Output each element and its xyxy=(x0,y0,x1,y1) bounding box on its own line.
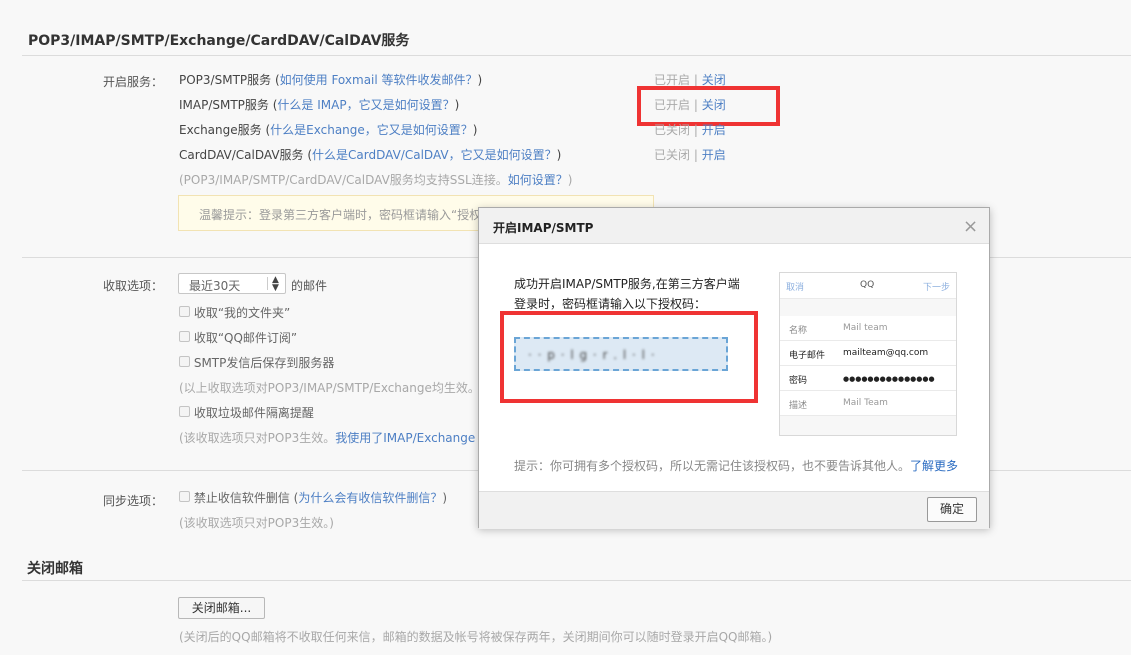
select-suffix: 的邮件 xyxy=(291,279,328,293)
auth-code-box[interactable]: · · p · l g · r . l · l · xyxy=(514,337,728,371)
ssl-note-text: (POP3/IMAP/SMTP/CardDAV/CalDAV服务均支持SSL连接… xyxy=(179,173,508,187)
toggle-service-button[interactable]: 关闭 xyxy=(702,73,726,87)
section-title-services: POP3/IMAP/SMTP/Exchange/CardDAV/CalDAV服务 xyxy=(28,33,410,49)
dialog-hint: 提示：你可拥有多个授权码，所以无需记住该授权码，也不要告诉其他人。了解更多 xyxy=(514,457,958,474)
service-name: POP3/SMTP服务 ( xyxy=(179,73,280,87)
sync-note: (该收取选项只对POP3生效。) xyxy=(179,516,334,530)
row-value: Mail Team xyxy=(843,398,888,408)
updown-arrow-icon: ▲ ▼ xyxy=(272,275,279,293)
imap-exchange-link[interactable]: 我使用了IMAP/Exchange xyxy=(335,431,475,445)
paren: ) xyxy=(477,73,483,87)
ssl-note: (POP3/IMAP/SMTP/CardDAV/CalDAV服务均支持SSL连接… xyxy=(179,171,572,188)
pop3-only-note: (该收取选项只对POP3生效。我使用了IMAP/Exchange xyxy=(179,429,475,446)
service-row-caldav: CardDAV/CalDAV服务 (什么是CardDAV/CalDAV，它又是如… xyxy=(179,146,561,163)
imap-smtp-dialog: 开启IMAP/SMTP × 成功开启IMAP/SMTP服务,在第三方客户端 登录… xyxy=(478,207,990,529)
service-name: IMAP/SMTP服务 ( xyxy=(179,98,278,112)
divider xyxy=(22,55,1131,56)
service-help-link[interactable]: 什么是Exchange，它又是如何设置？ xyxy=(270,123,473,137)
select-value: 最近30天 xyxy=(189,279,241,293)
section-title-close-mailbox: 关闭邮箱 xyxy=(27,561,83,577)
service-help-link[interactable]: 如何使用 Foxmail 等软件收发邮件？ xyxy=(280,73,478,87)
hint-text: 提示：你可拥有多个授权码，所以无需记住该授权码，也不要告诉其他人。 xyxy=(514,459,911,473)
option-label: 收取“我的文件夹” xyxy=(193,306,291,320)
row-value: mailteam@qq.com xyxy=(843,348,929,358)
status-text: 已关闭 xyxy=(654,148,691,162)
option-smtp-save[interactable]: SMTP发信后保存到服务器 xyxy=(179,354,334,371)
status-text: 已关闭 xyxy=(654,123,691,137)
service-status-caldav: 已关闭 | 开启 xyxy=(654,146,726,163)
phone-navbar: 取消 QQ 下一步 xyxy=(780,273,956,299)
paren: ) xyxy=(567,173,573,187)
toggle-service-button[interactable]: 开启 xyxy=(702,123,726,137)
option-label: 收取“QQ邮件订阅” xyxy=(193,331,298,345)
checkbox[interactable] xyxy=(179,331,190,342)
option-qq-subscription[interactable]: 收取“QQ邮件订阅” xyxy=(179,329,297,346)
toggle-service-button[interactable]: 开启 xyxy=(702,148,726,162)
status-text: 已开启 xyxy=(654,73,691,87)
close-icon[interactable]: × xyxy=(963,216,978,237)
warm-tip-text: 温馨提示：登录第三方客户端时，密码框请输入“授权 xyxy=(199,208,482,222)
confirm-button[interactable]: 确定 xyxy=(927,497,977,522)
row-value: ●●●●●●●●●●●●●●● xyxy=(843,375,935,383)
divider xyxy=(22,580,1131,581)
service-name: CardDAV/CalDAV服务 ( xyxy=(179,148,313,162)
option-label: 收取垃圾邮件隔离提醒 xyxy=(193,406,314,420)
row-value: Mail team xyxy=(843,323,888,333)
phone-row-password: 密码 ●●●●●●●●●●●●●●● xyxy=(780,366,956,391)
client-setup-illustration: 取消 QQ 下一步 名称 Mail team 电子邮件 mailteam@qq.… xyxy=(779,272,957,436)
option-my-folders[interactable]: 收取“我的文件夹” xyxy=(179,304,290,321)
open-service-label: 开启服务： xyxy=(103,75,164,89)
close-mailbox-button[interactable]: 关闭邮箱... xyxy=(178,597,265,619)
phone-next-label: 下一步 xyxy=(923,283,951,293)
row-key: 名称 xyxy=(789,326,808,336)
row-key: 密码 xyxy=(789,376,808,386)
checkbox[interactable] xyxy=(179,306,190,317)
option-label: SMTP发信后保存到服务器 xyxy=(193,356,335,370)
row-key: 电子邮件 xyxy=(789,351,826,361)
sync-options-label: 同步选项： xyxy=(103,494,164,508)
why-delete-link[interactable]: 为什么会有收信软件删信？ xyxy=(298,491,442,505)
receive-options-label: 收取选项： xyxy=(103,279,164,293)
ssl-howto-link[interactable]: 如何设置？ xyxy=(508,173,568,187)
phone-row-name: 名称 Mail team xyxy=(780,316,956,341)
select-divider xyxy=(267,277,268,290)
close-mailbox-note: (关闭后的QQ邮箱将不收取任何来信，邮箱的数据及帐号将被保存两年，关闭期间你可以… xyxy=(179,630,773,644)
phone-row-description: 描述 Mail Team xyxy=(780,391,956,416)
phone-cancel-label: 取消 xyxy=(786,283,805,293)
dialog-title: 开启IMAP/SMTP xyxy=(493,221,594,235)
dialog-footer xyxy=(479,491,989,529)
receive-note: (以上收取选项对POP3/IMAP/SMTP/Exchange均生效。 xyxy=(179,381,480,395)
auth-code-text: · · p · l g · r . l · l · xyxy=(528,348,656,362)
paren: ) xyxy=(472,123,478,137)
service-help-link[interactable]: 什么是 IMAP，它又是如何设置？ xyxy=(277,98,454,112)
separator: | xyxy=(693,73,698,87)
service-name: Exchange服务 ( xyxy=(179,123,271,137)
dialog-message-line1: 成功开启IMAP/SMTP服务,在第三方客户端 xyxy=(514,277,740,291)
option-label: 禁止收信软件删信 xyxy=(193,491,290,505)
note-text: (该收取选项只对POP3生效。 xyxy=(179,431,336,445)
highlight-box-imap-status xyxy=(637,86,780,126)
checkbox[interactable] xyxy=(179,406,190,417)
paren: ) xyxy=(454,98,460,112)
row-key: 描述 xyxy=(789,401,808,411)
separator: | xyxy=(693,148,698,162)
checkbox[interactable] xyxy=(179,491,190,502)
service-row-exchange: Exchange服务 (什么是Exchange，它又是如何设置？) xyxy=(179,121,477,138)
service-row-pop3: POP3/SMTP服务 (如何使用 Foxmail 等软件收发邮件？) xyxy=(179,71,482,88)
learn-more-link[interactable]: 了解更多 xyxy=(910,459,958,473)
receive-range-select[interactable]: 最近30天 ▲ ▼ xyxy=(178,273,286,294)
phone-title: QQ xyxy=(860,280,875,290)
paren: ) xyxy=(442,491,448,505)
option-spam-alert[interactable]: 收取垃圾邮件隔离提醒 xyxy=(179,404,314,421)
phone-row-email: 电子邮件 mailteam@qq.com xyxy=(780,341,956,366)
option-no-delete[interactable]: 禁止收信软件删信 (为什么会有收信软件删信？) xyxy=(179,489,447,506)
checkbox[interactable] xyxy=(179,356,190,367)
service-status-exchange: 已关闭 | 开启 xyxy=(654,121,726,138)
service-help-link[interactable]: 什么是CardDAV/CalDAV，它又是如何设置？ xyxy=(312,148,557,162)
service-row-imap: IMAP/SMTP服务 (什么是 IMAP，它又是如何设置？) xyxy=(179,96,459,113)
paren: ) xyxy=(556,148,562,162)
separator: | xyxy=(693,123,698,137)
dialog-message-line2: 登录时，密码框请输入以下授权码： xyxy=(514,297,707,311)
